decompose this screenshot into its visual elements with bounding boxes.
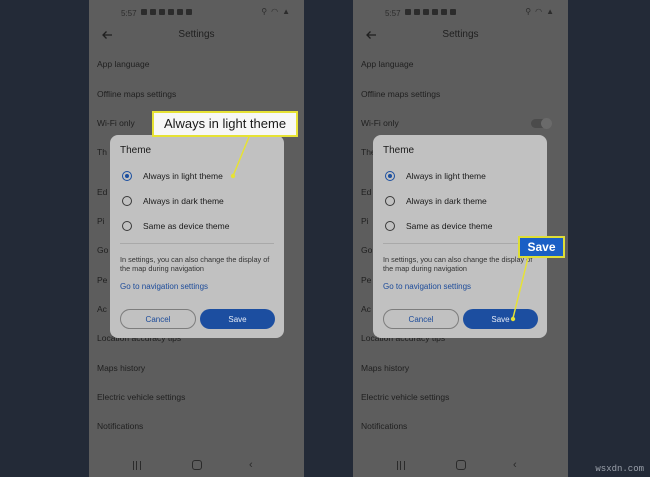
settings-row[interactable]: Pi — [97, 216, 105, 226]
wifi-only-toggle[interactable] — [531, 118, 552, 129]
radio-selected-icon[interactable] — [122, 171, 132, 181]
radio-selected-icon[interactable] — [385, 171, 395, 181]
settings-row[interactable]: Ac — [97, 304, 107, 314]
save-button[interactable]: Save — [463, 309, 538, 329]
home-icon[interactable] — [192, 460, 202, 470]
location-icon: ⚲ — [525, 7, 532, 16]
radio-icon[interactable] — [122, 221, 132, 231]
page-title: Settings — [178, 29, 215, 40]
status-time: 5:57 — [121, 9, 137, 18]
radio-icon[interactable] — [385, 221, 395, 231]
cancel-button[interactable]: Cancel — [383, 309, 459, 329]
status-icons: ⚲ ◠ ▲ — [261, 8, 290, 16]
signal-icon: ▲ — [282, 7, 290, 16]
settings-row-offline-maps[interactable]: Offline maps settings — [361, 89, 440, 99]
settings-row[interactable]: Pe — [361, 275, 371, 285]
location-icon: ⚲ — [261, 7, 268, 16]
settings-row-ev-settings[interactable]: Electric vehicle settings — [361, 392, 449, 402]
option-label: Always in dark theme — [406, 196, 487, 206]
app-bar: Settings — [353, 25, 568, 47]
settings-row-app-language[interactable]: App language — [97, 59, 149, 69]
divider — [120, 243, 274, 244]
settings-row[interactable]: Pe — [97, 275, 107, 285]
status-bar: 5:57 ⚲ ◠ ▲ — [89, 0, 304, 26]
system-nav-bar: ‹ — [89, 455, 304, 477]
cancel-button[interactable]: Cancel — [120, 309, 196, 329]
radio-icon[interactable] — [122, 196, 132, 206]
settings-row-notifications[interactable]: Notifications — [97, 421, 143, 431]
option-dark-theme[interactable]: Always in dark theme — [122, 195, 224, 207]
settings-row-wifi-only[interactable]: Wi-Fi only — [97, 118, 135, 128]
dialog-note: In settings, you can also change the dis… — [120, 255, 270, 273]
settings-row-theme[interactable]: Th — [97, 147, 107, 157]
settings-row[interactable]: Go — [97, 245, 108, 255]
settings-row-ev-settings[interactable]: Electric vehicle settings — [97, 392, 185, 402]
settings-row[interactable]: Ed — [361, 187, 371, 197]
option-light-theme[interactable]: Always in light theme — [122, 170, 223, 182]
settings-row-offline-maps[interactable]: Offline maps settings — [97, 89, 176, 99]
option-device-theme[interactable]: Same as device theme — [385, 220, 492, 232]
home-icon[interactable] — [456, 460, 466, 470]
option-label: Always in light theme — [406, 171, 486, 181]
save-button[interactable]: Save — [200, 309, 275, 329]
recents-icon[interactable] — [133, 461, 141, 470]
divider — [383, 243, 537, 244]
page-title: Settings — [442, 29, 479, 40]
system-nav-bar: ‹ — [353, 455, 568, 477]
recents-icon[interactable] — [397, 461, 405, 470]
settings-row-wifi-only[interactable]: Wi-Fi only — [361, 118, 399, 128]
wifi-icon: ◠ — [535, 7, 543, 16]
dialog-title: Theme — [120, 145, 152, 156]
callout-save: Save — [518, 236, 565, 258]
notification-icons — [141, 9, 192, 15]
phone-screen-left: 5:57 ⚲ ◠ ▲ Settings App language Offline m… — [89, 0, 304, 477]
radio-icon[interactable] — [385, 196, 395, 206]
settings-row[interactable]: Ed — [97, 187, 107, 197]
settings-row[interactable]: Go — [361, 245, 372, 255]
theme-dialog: Theme Always in light theme Always in da… — [110, 135, 284, 338]
option-label: Always in dark theme — [143, 196, 224, 206]
option-label: Same as device theme — [406, 221, 493, 231]
navigation-settings-link[interactable]: Go to navigation settings — [120, 282, 208, 291]
notification-icons — [405, 9, 456, 15]
option-device-theme[interactable]: Same as device theme — [122, 220, 229, 232]
status-bar: 5:57 ⚲ ◠ ▲ — [353, 0, 568, 26]
watermark: wsxdn.com — [595, 464, 644, 474]
option-dark-theme[interactable]: Always in dark theme — [385, 195, 487, 207]
status-time: 5:57 — [385, 9, 401, 18]
nav-back-icon[interactable]: ‹ — [249, 460, 253, 471]
settings-row[interactable]: Ac — [361, 304, 371, 314]
app-bar: Settings — [89, 25, 304, 47]
signal-icon: ▲ — [546, 7, 554, 16]
nav-back-icon[interactable]: ‹ — [513, 460, 517, 471]
settings-row-notifications[interactable]: Notifications — [361, 421, 407, 431]
settings-row-app-language[interactable]: App language — [361, 59, 413, 69]
settings-row-maps-history[interactable]: Maps history — [97, 363, 145, 373]
wifi-icon: ◠ — [271, 7, 279, 16]
status-icons: ⚲ ◠ ▲ — [525, 8, 554, 16]
option-label: Always in light theme — [143, 171, 223, 181]
dialog-note: In settings, you can also change the dis… — [383, 255, 533, 273]
settings-row-maps-history[interactable]: Maps history — [361, 363, 409, 373]
option-label: Same as device theme — [143, 221, 230, 231]
navigation-settings-link[interactable]: Go to navigation settings — [383, 282, 471, 291]
option-light-theme[interactable]: Always in light theme — [385, 170, 486, 182]
dialog-title: Theme — [383, 145, 415, 156]
callout-light-theme: Always in light theme — [152, 111, 298, 137]
settings-row[interactable]: Pi — [361, 216, 369, 226]
